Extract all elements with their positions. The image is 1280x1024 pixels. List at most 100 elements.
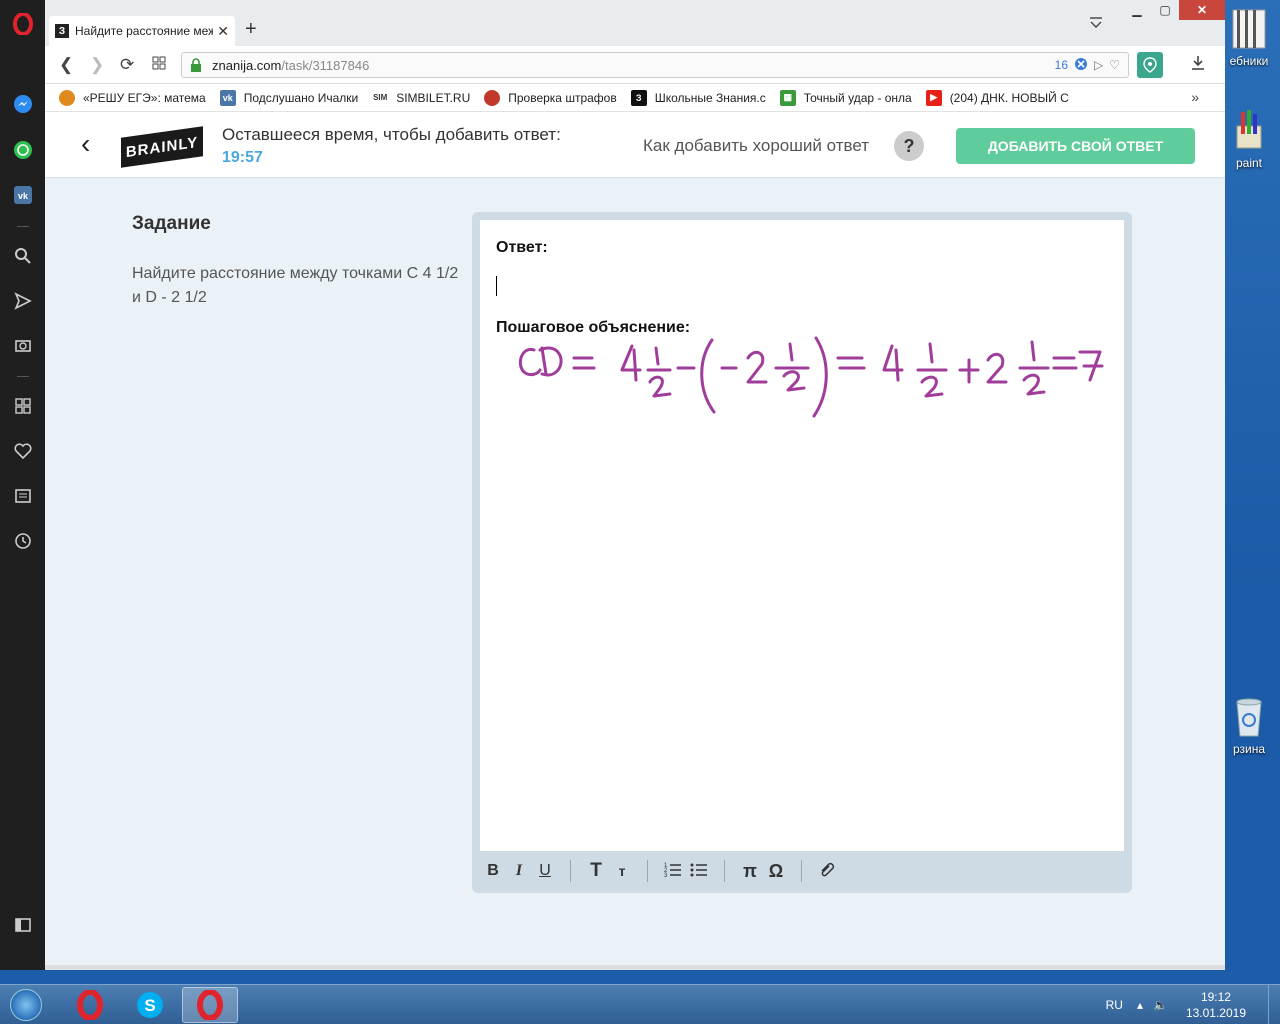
bookmark-label: Проверка штрафов	[508, 90, 617, 105]
tab-bar: З Найдите расстояние меж ✕ + ▁ ▢ ✕	[45, 0, 1225, 46]
editor-area[interactable]: Ответ: Пошаговое объяснение:	[480, 220, 1124, 851]
desktop-icon-textbooks[interactable]: ебники	[1218, 6, 1280, 68]
send-page-icon[interactable]: ▷	[1094, 58, 1103, 72]
forward-icon[interactable]: ❯	[90, 55, 104, 75]
vk-icon[interactable]: vk	[11, 183, 35, 207]
page-header: ‹ BRAINLY Оставшееся время, чтобы добави…	[45, 112, 1225, 178]
grid-icon: ▦	[779, 89, 796, 106]
znanija-favicon-icon: З	[55, 24, 69, 38]
lock-icon	[190, 58, 204, 72]
download-icon[interactable]	[1190, 55, 1206, 76]
bullet-list-icon[interactable]	[686, 861, 712, 882]
desktop-icon-recycle-bin[interactable]: рзина	[1218, 694, 1280, 756]
bookmark-item[interactable]: SIM SIMBILET.RU	[372, 89, 470, 106]
text-caret	[496, 276, 497, 296]
tray-arrow-icon[interactable]: ▴	[1137, 998, 1143, 1012]
adblock-count: 16	[1054, 58, 1068, 72]
clock-time: 19:12	[1200, 990, 1231, 1004]
bookmark-item[interactable]: ▦ Точный удар - онла	[779, 89, 912, 106]
show-desktop-button[interactable]	[1268, 985, 1280, 1024]
bookmark-item[interactable]: ▶ (204) ДНК. НОВЫЙ С	[925, 89, 1069, 106]
messenger-icon[interactable]	[11, 92, 35, 116]
sim-icon: SIM	[372, 89, 389, 106]
url-actions: 16 ▷ ♡	[1055, 57, 1128, 74]
add-answer-button[interactable]: ДОБАВИТЬ СВОЙ ОТВЕТ	[956, 128, 1195, 164]
pi-button[interactable]: π	[737, 861, 763, 882]
adblock-icon[interactable]	[1074, 57, 1088, 74]
task-text: Найдите расстояние между точками С 4 1/2…	[132, 265, 459, 306]
paint-icon	[1229, 108, 1269, 152]
send-icon[interactable]	[11, 289, 35, 313]
taskbar-opera[interactable]	[62, 987, 118, 1023]
whatsapp-icon[interactable]	[11, 138, 35, 162]
tab-active[interactable]: З Найдите расстояние меж ✕	[49, 16, 235, 46]
vpn-icon[interactable]	[1137, 52, 1163, 78]
search-icon[interactable]	[11, 244, 35, 268]
sidebar-toggle-icon[interactable]	[11, 913, 35, 937]
handwritten-solution	[518, 336, 1104, 418]
tab-menu-icon[interactable]	[1089, 16, 1103, 33]
bold-button[interactable]: B	[480, 862, 506, 880]
timer-value: 19:57	[222, 149, 263, 166]
more-bookmarks-icon[interactable]: »	[1191, 89, 1199, 105]
howto-link[interactable]: Как добавить хороший ответ	[643, 136, 869, 156]
volume-icon[interactable]: 🔈	[1153, 998, 1168, 1012]
back-arrow-icon[interactable]: ‹	[81, 128, 90, 160]
url-input[interactable]: znanija.com /task/31187846 16 ▷ ♡	[181, 52, 1129, 78]
heart-icon[interactable]	[11, 439, 35, 463]
status-line	[45, 965, 1225, 970]
reload-icon[interactable]: ⟳	[120, 55, 134, 75]
speed-dial-icon[interactable]	[11, 394, 35, 418]
desktop-icon-label: рзина	[1232, 742, 1266, 756]
close-window-icon[interactable]: ✕	[1179, 0, 1225, 20]
sidebar-divider	[17, 226, 29, 227]
ordered-list-icon[interactable]: 123	[660, 861, 686, 882]
bookmark-item[interactable]: Проверка штрафов	[484, 89, 617, 106]
help-icon[interactable]: ?	[894, 131, 924, 161]
history-icon[interactable]	[11, 529, 35, 553]
heading-large-button[interactable]: T	[583, 860, 609, 882]
timer-label: Оставшееся время, чтобы добавить ответ:	[222, 125, 561, 144]
svg-text:S: S	[144, 996, 155, 1015]
heading-small-button[interactable]: т	[609, 863, 635, 879]
attach-icon[interactable]	[814, 861, 840, 882]
recycle-bin-icon	[1229, 694, 1269, 738]
svg-text:vk: vk	[18, 191, 29, 201]
vk-icon: vk	[219, 89, 236, 106]
news-icon[interactable]	[11, 484, 35, 508]
desktop-icon-paint[interactable]: paint	[1218, 108, 1280, 170]
toolbar-divider	[801, 860, 802, 882]
system-tray: RU ▴ 🔈 19:12 13.01.2019	[1106, 985, 1280, 1024]
clock[interactable]: 19:12 13.01.2019	[1186, 989, 1246, 1021]
start-button[interactable]	[4, 985, 48, 1024]
camera-icon[interactable]	[11, 333, 35, 357]
address-bar: ❮ ❯ ⟳ znanija.com /task/31187846 16 ▷ ♡	[45, 46, 1225, 84]
close-tab-icon[interactable]: ✕	[217, 23, 229, 40]
underline-button[interactable]: U	[532, 862, 558, 880]
omega-button[interactable]: Ω	[763, 861, 789, 882]
windows-logo-icon	[10, 989, 42, 1021]
opera-icon	[197, 990, 223, 1020]
brainly-logo[interactable]: BRAINLY	[121, 126, 203, 168]
toolbar-divider	[724, 860, 725, 882]
back-icon[interactable]: ❮	[59, 55, 73, 75]
opera-logo-icon[interactable]	[11, 12, 35, 36]
taskbar-opera-active[interactable]	[182, 987, 238, 1023]
bookmark-label: Школьные Знания.c	[654, 90, 766, 105]
italic-button[interactable]: I	[506, 862, 532, 880]
task-title: Задание	[132, 213, 211, 234]
tabs-grid-icon[interactable]	[152, 55, 166, 75]
bookmark-item[interactable]: З Школьные Знания.c	[630, 89, 766, 106]
answer-label: Ответ:	[496, 239, 548, 256]
minimize-icon[interactable]: ▁	[1123, 0, 1151, 20]
language-indicator[interactable]: RU	[1106, 998, 1123, 1012]
bookmark-heart-icon[interactable]: ♡	[1109, 58, 1120, 72]
maximize-icon[interactable]: ▢	[1151, 0, 1179, 20]
emblem-icon	[484, 89, 501, 106]
bookmark-item[interactable]: «РЕШУ ЕГЭ»: матема	[59, 89, 206, 106]
desktop-icon-label: ебники	[1229, 54, 1269, 68]
url-host: znanija.com	[212, 57, 282, 73]
bookmark-item[interactable]: vk Подслушано Ичалки	[219, 89, 358, 106]
new-tab-icon[interactable]: +	[245, 18, 257, 41]
taskbar-skype[interactable]: S	[122, 987, 178, 1023]
